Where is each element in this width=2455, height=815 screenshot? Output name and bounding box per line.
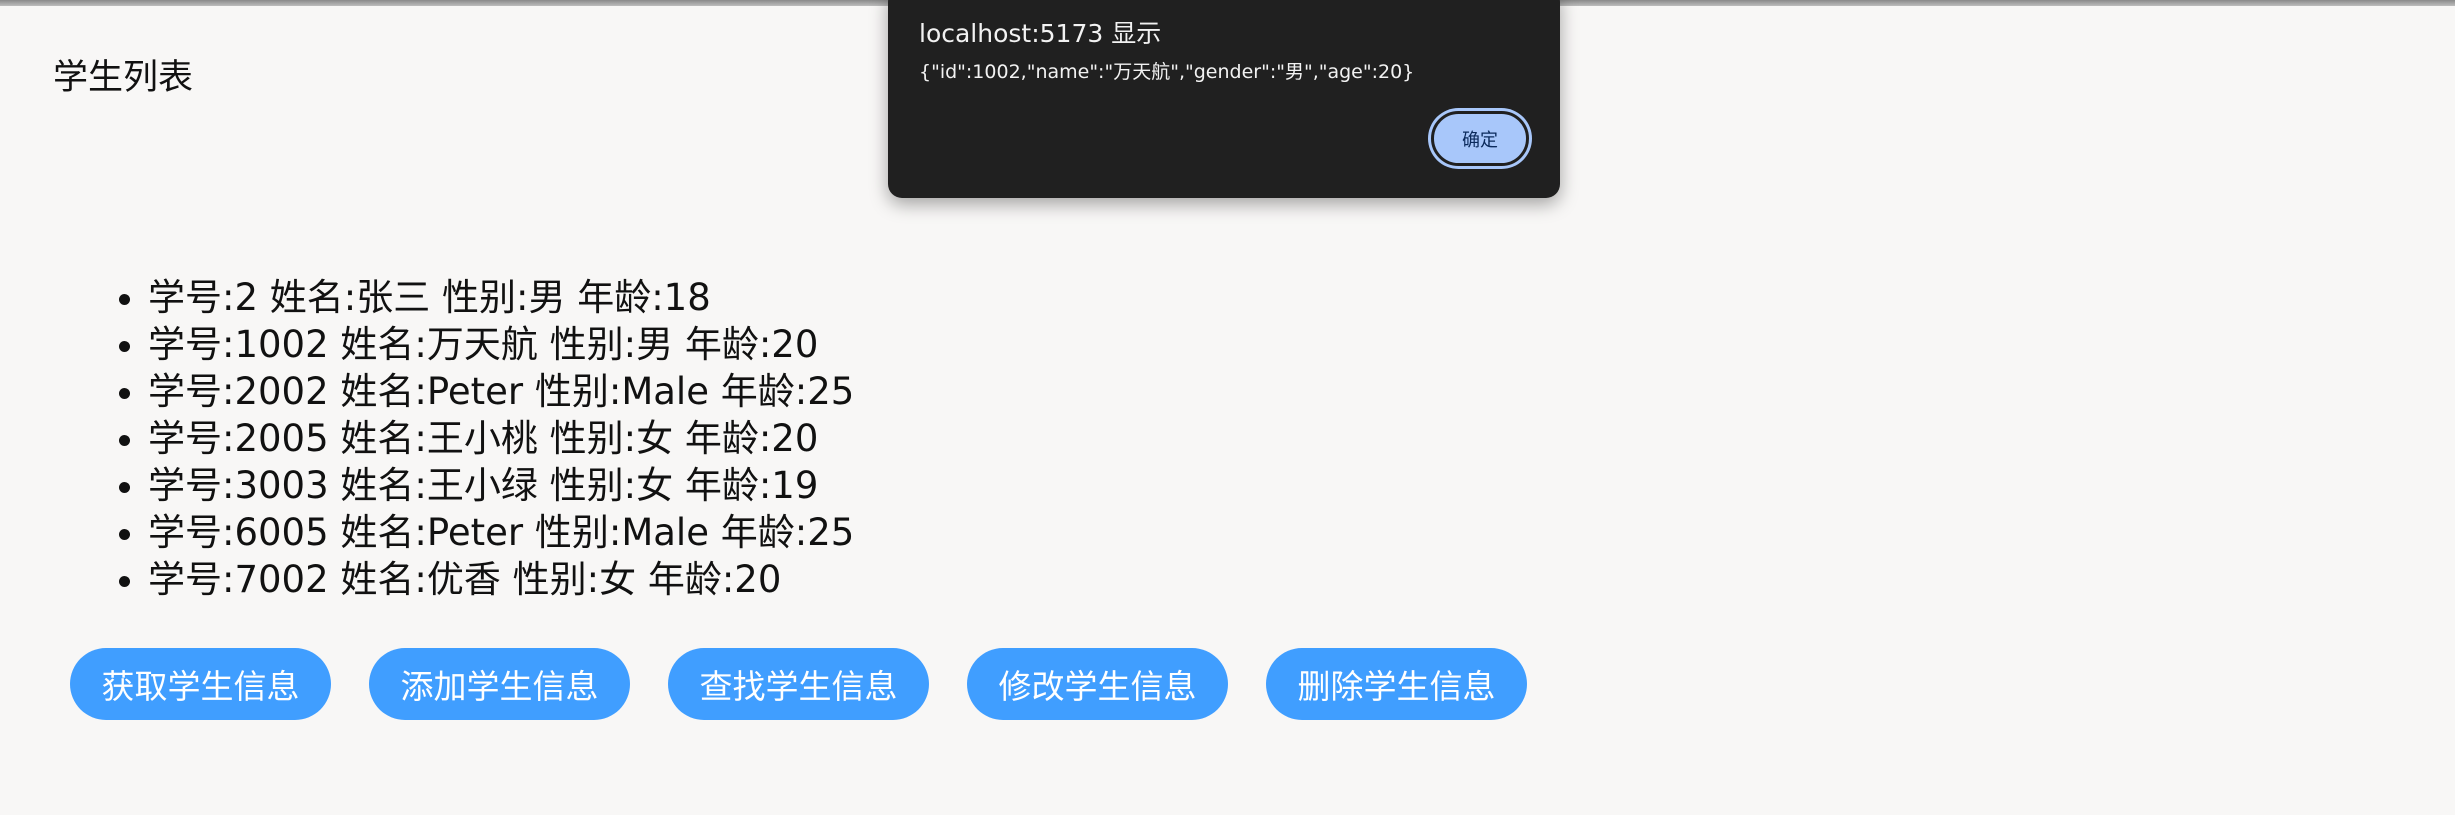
student-list-item: 学号:1002 姓名:万天航 性别:男 年龄:20: [148, 321, 854, 368]
alert-dialog-title: localhost:5173 显示: [919, 19, 1162, 48]
student-list-item: 学号:7002 姓名:优香 性别:女 年龄:20: [148, 556, 854, 603]
student-list: 学号:2 姓名:张三 性别:男 年龄:18 学号:1002 姓名:万天航 性别:…: [118, 274, 854, 603]
page-title: 学生列表: [53, 58, 194, 98]
student-list-item: 学号:2 姓名:张三 性别:男 年龄:18: [148, 274, 854, 321]
action-buttons: 获取学生信息 添加学生信息 查找学生信息 修改学生信息 删除学生信息: [70, 648, 1527, 720]
alert-dialog: localhost:5173 显示 {"id":1002,"name":"万天航…: [888, 0, 1560, 198]
alert-ok-button[interactable]: 确定: [1431, 111, 1529, 166]
add-student-button[interactable]: 添加学生信息: [369, 648, 630, 720]
get-students-button[interactable]: 获取学生信息: [70, 648, 331, 720]
edit-student-button[interactable]: 修改学生信息: [967, 648, 1228, 720]
delete-student-button[interactable]: 删除学生信息: [1266, 648, 1527, 720]
find-student-button[interactable]: 查找学生信息: [668, 648, 929, 720]
student-list-item: 学号:2002 姓名:Peter 性别:Male 年龄:25: [148, 368, 854, 415]
student-list-item: 学号:2005 姓名:王小桃 性别:女 年龄:20: [148, 415, 854, 462]
alert-dialog-message: {"id":1002,"name":"万天航","gender":"男","ag…: [919, 61, 1415, 83]
student-list-item: 学号:3003 姓名:王小绿 性别:女 年龄:19: [148, 462, 854, 509]
student-list-item: 学号:6005 姓名:Peter 性别:Male 年龄:25: [148, 509, 854, 556]
